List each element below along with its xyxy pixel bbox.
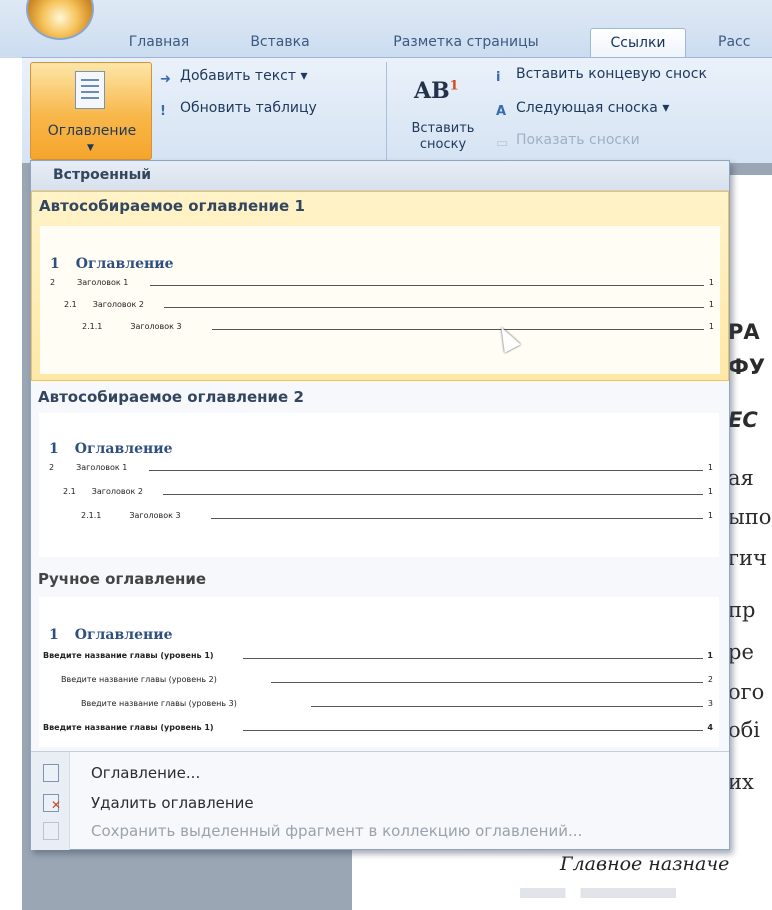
gallery-item-title: Автособираемое оглавление 2	[38, 388, 304, 406]
tab-insert[interactable]: Вставка	[230, 28, 330, 58]
tab-page-layout[interactable]: Разметка страницы	[366, 28, 566, 58]
delete-toc-label: Удалить оглавление	[91, 794, 254, 812]
preview-row: Введите название главы (уровень 1) 4	[43, 723, 713, 732]
preview-heading: 1 Оглавление	[49, 627, 173, 643]
add-text-button[interactable]: ➜ Добавить текст ▾	[160, 68, 307, 92]
toc-preview: 1 Оглавление 2 Заголовок 1 1 2.1 Заголовок …	[40, 226, 720, 374]
update-table-button[interactable]: ! Обновить таблицу	[160, 100, 317, 124]
toc-button[interactable]: Оглавление ▼	[30, 62, 152, 160]
show-notes-icon: ▭	[496, 136, 509, 151]
next-footnote-label: Следующая сноска ▾	[516, 100, 670, 116]
preview-heading: 1 Оглавление	[50, 256, 174, 272]
doc-fragment: пр	[728, 598, 756, 622]
preview-row: 2.1 Заголовок 2 1	[64, 300, 714, 309]
show-notes-button[interactable]: ▭ Показать сноски	[496, 132, 640, 156]
preview-row: 2 Заголовок 1 1	[49, 463, 713, 472]
group-separator	[386, 62, 387, 160]
gallery-header: Встроенный	[31, 161, 729, 191]
gallery-item-title: Автособираемое оглавление 1	[39, 197, 305, 215]
doc-fragment: РА	[728, 320, 760, 344]
toc-dialog-label: Оглавление...	[91, 764, 201, 782]
gallery-item-title: Ручное оглавление	[38, 570, 207, 588]
preview-row: 2.1.1 Заголовок 3 1	[82, 322, 714, 331]
gallery-menu: Оглавление... Удалить оглавление Сохрани…	[31, 751, 729, 850]
save-selection-icon	[43, 822, 59, 840]
doc-fragment: ого	[728, 680, 765, 704]
toc-preview: 1 Оглавление 2 Заголовок 1 1 2.1 Заголовок …	[39, 413, 719, 557]
toc-document-icon	[43, 764, 59, 782]
doc-fragment: их	[728, 770, 754, 794]
doc-fragment: ая	[728, 466, 754, 490]
update-table-label: Обновить таблицу	[180, 100, 317, 116]
tab-mailings[interactable]: Расс	[718, 28, 772, 58]
preview-row: 2.1.1 Заголовок 3 1	[81, 511, 713, 520]
next-footnote-button[interactable]: A Следующая сноска ▾	[496, 100, 669, 124]
footnote-icon-sup: 1	[449, 78, 459, 94]
doc-blurred-line	[520, 888, 772, 898]
insert-endnote-label: Вставить концевую сноск	[516, 66, 707, 82]
preview-row: 2 Заголовок 1 1	[50, 278, 714, 287]
insert-endnote-button[interactable]: i Вставить концевую сноск	[496, 66, 707, 90]
tab-references[interactable]: Ссылки	[590, 28, 686, 58]
preview-heading: 1 Оглавление	[49, 441, 173, 457]
document-icon	[75, 71, 105, 109]
doc-fragment: ФУ	[728, 355, 766, 379]
doc-main-text: Главное назначе	[560, 853, 730, 875]
save-selection-label: Сохранить выделенный фрагмент в коллекци…	[91, 822, 583, 840]
gallery-item-auto-toc-1[interactable]: Автособираемое оглавление 1 1 Оглавление …	[31, 191, 729, 381]
toc-gallery-dropdown: Встроенный Автособираемое оглавление 1 1…	[30, 160, 730, 850]
doc-fragment: ЕС	[728, 408, 758, 432]
update-table-icon: !	[160, 104, 166, 119]
toc-preview: 1 Оглавление Введите название главы (уров…	[39, 597, 719, 747]
preview-row: Введите название главы (уровень 3) 3	[81, 699, 713, 708]
chevron-down-icon: ▼	[87, 143, 94, 153]
doc-fragment: ре	[728, 640, 754, 664]
toc-dialog-menu-item[interactable]: Оглавление...	[31, 758, 729, 788]
office-button[interactable]	[26, 0, 94, 40]
preview-row: Введите название главы (уровень 1) 1	[43, 651, 713, 660]
next-footnote-icon: A	[496, 104, 507, 119]
ribbon-tab-bar: Главная Вставка Разметка страницы Ссылки…	[0, 0, 772, 58]
insert-footnote-button[interactable]: Вставить сноску	[398, 121, 488, 153]
doc-fragment: ыпо	[728, 505, 772, 529]
save-selection-menu-item[interactable]: Сохранить выделенный фрагмент в коллекци…	[31, 816, 729, 846]
preview-row: 2.1 Заголовок 2 1	[63, 487, 713, 496]
toc-button-label: Оглавление	[47, 123, 137, 139]
footnote-icon-text: AB	[414, 78, 450, 104]
gallery-item-manual-toc[interactable]: Ручное оглавление 1 Оглавление Введите на…	[31, 565, 729, 749]
doc-fragment: гич	[728, 546, 767, 570]
tab-home[interactable]: Главная	[112, 28, 206, 58]
doc-fragment: обі	[728, 718, 761, 742]
insert-footnote-icon: AB1	[414, 78, 459, 104]
show-notes-label: Показать сноски	[516, 132, 640, 148]
gallery-item-auto-toc-2[interactable]: Автособираемое оглавление 2 1 Оглавление …	[31, 383, 729, 559]
add-text-label: Добавить текст ▾	[180, 68, 308, 84]
delete-toc-menu-item[interactable]: Удалить оглавление	[31, 788, 729, 818]
add-text-icon: ➜	[160, 72, 171, 87]
delete-toc-icon	[43, 794, 61, 812]
preview-row: Введите название главы (уровень 2) 2	[61, 675, 713, 684]
insert-endnote-icon: i	[496, 70, 501, 85]
